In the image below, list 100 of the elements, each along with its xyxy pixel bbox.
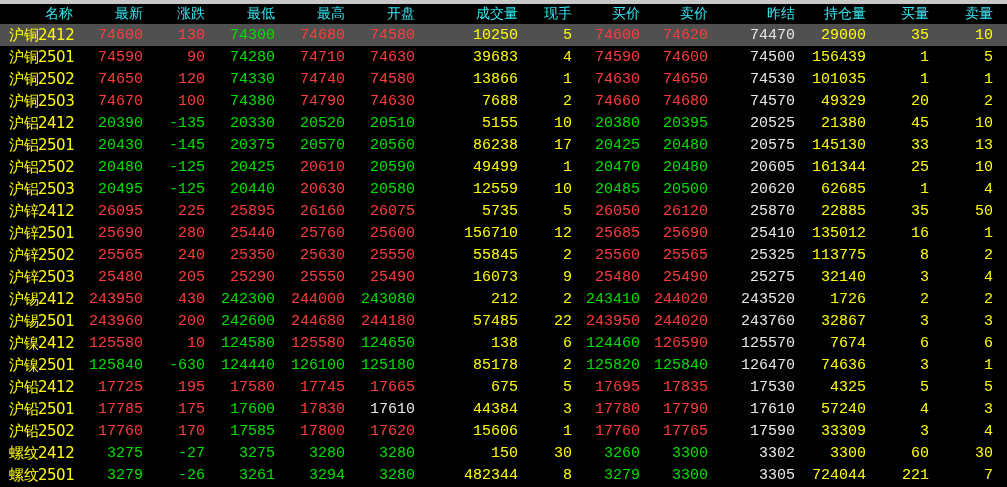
table-cell-text: 126100 (290, 356, 345, 374)
table-cell-text: 45 (910, 114, 929, 132)
column-header[interactable]: 卖价 (640, 5, 708, 23)
table-cell-text: 74620 (662, 26, 708, 44)
table-cell-text: 2 (562, 290, 572, 308)
table-cell-text: 195 (177, 378, 205, 396)
table-cell-text: -125 (168, 180, 205, 198)
table-cell-text: 20610 (299, 158, 345, 176)
table-cell-text: 25760 (299, 224, 345, 242)
table-row[interactable]: 沪铅2502 17760 170 17585 17800 17620 15606 1 17760 17765 17590 33309 3 4 (0, 420, 1007, 442)
table-cell-text: 1 (562, 158, 572, 176)
table-cell-text: -145 (168, 136, 205, 154)
table-row[interactable]: 沪锡2412 243950 430 242300 244000 243080 212 2 243410 244020 243520 1726 2 2 (0, 288, 1007, 310)
table-cell-text: 74680 (662, 92, 708, 110)
table-cell-text: 74636 (820, 356, 866, 374)
column-header[interactable]: 涨跌 (143, 5, 205, 23)
table-row[interactable]: 沪铝2412 20390 -135 20330 20520 20510 5155 10 20380 20395 20525 21380 45 10 (0, 112, 1007, 134)
table-cell-text: 3305 (758, 466, 795, 484)
table-cell-text: 90 (186, 48, 205, 66)
contract-name: 沪铝2501 (8, 135, 76, 155)
table-cell-text: 2 (562, 356, 572, 374)
table-row[interactable]: 沪锌2503 25480 205 25290 25550 25490 16073 9 25480 25490 25275 32140 3 4 (0, 266, 1007, 288)
table-cell-text: 8 (919, 246, 929, 264)
table-row[interactable]: 螺纹2501 3279 -26 3261 3294 3280 482344 8 3279 3300 3305 724044 221 7 (0, 464, 1007, 486)
table-cell-text: -125 (168, 158, 205, 176)
column-header[interactable]: 最新 (85, 5, 143, 23)
table-cell-text: 26050 (594, 202, 640, 220)
table-cell-text: 12 (553, 224, 572, 242)
table-row[interactable]: 沪镍2501 125840 -630 124440 126100 125180 85178 2 125820 125840 126470 74636 3 1 (0, 354, 1007, 376)
table-cell-text: 3 (919, 312, 929, 330)
table-row[interactable]: 沪铜2503 74670 100 74380 74790 74630 7688 2 74660 74680 74570 49329 20 2 (0, 90, 1007, 112)
table-cell-text: 175 (177, 400, 205, 418)
table-row[interactable]: 沪锌2412 26095 225 25895 26160 26075 5735 5 26050 26120 25870 22885 35 50 (0, 200, 1007, 222)
table-cell-text: 156710 (463, 224, 518, 242)
table-cell-text: 20380 (594, 114, 640, 132)
table-cell-text: 675 (490, 378, 518, 396)
table-cell-text: 74280 (229, 48, 275, 66)
table-cell-text: 10 (974, 158, 993, 176)
table-cell-text: 25600 (369, 224, 415, 242)
column-header[interactable]: 昨结 (708, 5, 795, 23)
table-cell-text: 124580 (220, 334, 275, 352)
table-row[interactable]: 沪铝2503 20495 -125 20440 20630 20580 12559 10 20485 20500 20620 62685 1 4 (0, 178, 1007, 200)
table-cell-text: 13 (974, 136, 993, 154)
table-row[interactable]: 沪锌2502 25565 240 25350 25630 25550 55845 2 25560 25565 25325 113775 8 2 (0, 244, 1007, 266)
table-cell-text: 161344 (811, 158, 866, 176)
table-cell-text: 8 (562, 466, 572, 484)
table-cell-text: 30 (974, 444, 993, 462)
table-cell-text: 25410 (749, 224, 795, 242)
contract-name: 沪锌2503 (8, 267, 76, 287)
column-header[interactable]: 买量 (866, 5, 929, 23)
table-cell-text: 32140 (820, 268, 866, 286)
table-cell-text: 3300 (671, 444, 708, 462)
table-cell-text: 17765 (662, 422, 708, 440)
table-cell-text: 2 (919, 290, 929, 308)
table-cell-text: 17610 (749, 400, 795, 418)
table-cell-text: 25550 (369, 246, 415, 264)
table-row[interactable]: 沪铝2501 20430 -145 20375 20570 20560 86238 17 20425 20480 20575 145130 33 13 (0, 134, 1007, 156)
table-row[interactable]: 沪锌2501 25690 280 25440 25760 25600 156710 12 25685 25690 25410 135012 16 1 (0, 222, 1007, 244)
table-cell-text: 20500 (662, 180, 708, 198)
contract-name: 沪铅2502 (8, 421, 76, 441)
table-row[interactable]: 沪锡2501 243960 200 242600 244680 244180 57485 22 243950 244020 243760 32867 3 3 (0, 310, 1007, 332)
table-cell-text: 25690 (662, 224, 708, 242)
table-cell-text: -135 (168, 114, 205, 132)
table-row[interactable]: 沪铅2412 17725 195 17580 17745 17665 675 5 17695 17835 17530 4325 5 5 (0, 376, 1007, 398)
table-cell-text: 25565 (97, 246, 143, 264)
table-cell-text: 1 (919, 180, 929, 198)
table-cell-text: 32867 (820, 312, 866, 330)
table-cell-text: 225 (177, 202, 205, 220)
table-cell-text: 74600 (662, 48, 708, 66)
table-cell-text: 3280 (378, 466, 415, 484)
table-cell-text: 33 (910, 136, 929, 154)
table-cell-text: 3275 (238, 444, 275, 462)
table-cell-text: 26075 (369, 202, 415, 220)
column-header[interactable]: 最高 (275, 5, 345, 23)
table-cell-text: 25630 (299, 246, 345, 264)
table-cell-text: 3 (983, 312, 993, 330)
table-row[interactable]: 沪铜2412 74600 130 74300 74680 74580 10250 5 74600 74620 74470 29000 35 10 (0, 24, 1007, 46)
table-cell-text: 17800 (299, 422, 345, 440)
table-cell-text: 12559 (472, 180, 518, 198)
column-header[interactable]: 成交量 (415, 5, 518, 23)
table-cell-text: 1 (919, 70, 929, 88)
table-row[interactable]: 沪镍2412 125580 10 124580 125580 124650 138 6 124460 126590 125570 7674 6 6 (0, 332, 1007, 354)
table-cell-text: 3279 (106, 466, 143, 484)
table-row[interactable]: 沪铅2501 17785 175 17600 17830 17610 44384 3 17780 17790 17610 57240 4 3 (0, 398, 1007, 420)
table-cell-text: 10 (553, 180, 572, 198)
table-row[interactable]: 沪铜2502 74650 120 74330 74740 74580 13866 1 74630 74650 74530 101035 1 1 (0, 68, 1007, 90)
table-row[interactable]: 螺纹2412 3275 -27 3275 3280 3280 150 30 3260 3300 3302 3300 60 30 (0, 442, 1007, 464)
table-cell-text: 124650 (360, 334, 415, 352)
table-row[interactable]: 沪铝2502 20480 -125 20425 20610 20590 49499 1 20470 20480 20605 161344 25 10 (0, 156, 1007, 178)
contract-name: 沪锡2412 (8, 289, 76, 309)
column-header[interactable]: 开盘 (345, 5, 415, 23)
table-cell-text: 22885 (820, 202, 866, 220)
column-header[interactable]: 买价 (572, 5, 640, 23)
column-header[interactable]: 现手 (518, 5, 572, 23)
column-header[interactable]: 卖量 (929, 5, 993, 23)
column-header[interactable]: 持仓量 (795, 5, 866, 23)
column-header[interactable]: 最低 (205, 5, 275, 23)
table-cell-text: 62685 (820, 180, 866, 198)
table-row[interactable]: 沪铜2501 74590 90 74280 74710 74630 39683 4 74590 74600 74500 156439 1 5 (0, 46, 1007, 68)
column-header[interactable]: 名称 (0, 5, 85, 23)
